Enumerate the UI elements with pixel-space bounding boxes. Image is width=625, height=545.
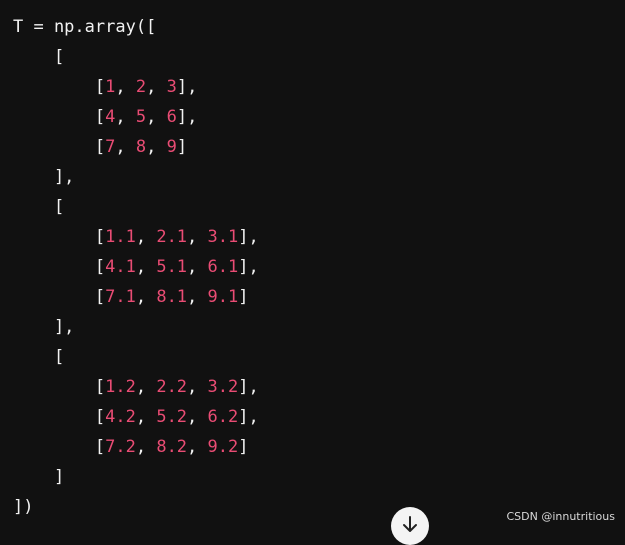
code-line: [ [13, 47, 65, 67]
code-line: [1.2, 2.2, 3.2], [13, 377, 259, 397]
code-line: ] [13, 467, 65, 487]
number-literal: 2.1 [156, 227, 188, 247]
code-line: ]) [13, 497, 34, 517]
number-literal: 7.1 [105, 287, 136, 307]
number-literal: 6 [166, 107, 177, 127]
number-literal: 6.1 [207, 257, 239, 277]
number-literal: 9 [166, 137, 177, 157]
number-literal: 5.1 [156, 257, 188, 277]
number-literal: 8.2 [156, 437, 188, 457]
number-literal: 4.1 [105, 257, 136, 277]
number-literal: 1.1 [105, 227, 136, 247]
number-literal: 3.1 [207, 227, 239, 247]
number-literal: 9.1 [207, 287, 239, 307]
code-line: [4.1, 5.1, 6.1], [13, 257, 259, 277]
number-literal: 1 [105, 77, 116, 97]
code-line: [4, 5, 6], [13, 107, 198, 127]
number-literal: 5 [135, 107, 147, 127]
number-literal: 5.2 [156, 407, 188, 427]
code-line: [ [13, 197, 65, 217]
code-line: T = np.array([ [13, 17, 157, 37]
scroll-down-button[interactable] [391, 507, 429, 545]
number-literal: 8 [135, 137, 147, 157]
number-literal: 7 [105, 137, 116, 157]
number-literal: 9.2 [207, 437, 239, 457]
code-line: ], [13, 167, 75, 187]
arrow-down-icon [403, 516, 417, 532]
code-line: [1, 2, 3], [13, 77, 198, 97]
number-literal: 7.2 [105, 437, 136, 457]
code-block: T = np.array([ [ [1, 2, 3], [4, 5, 6], [… [0, 0, 625, 530]
code-line: [7.1, 8.1, 9.1] [13, 287, 249, 307]
code-line: [7.2, 8.2, 9.2] [13, 437, 249, 457]
number-literal: 3 [166, 77, 177, 97]
number-literal: 8.1 [156, 287, 188, 307]
number-literal: 1.2 [105, 377, 136, 397]
code-line: [ [13, 347, 65, 367]
number-literal: 4.2 [105, 407, 136, 427]
code-line: [4.2, 5.2, 6.2], [13, 407, 259, 427]
number-literal: 6.2 [207, 407, 239, 427]
code-line: [1.1, 2.1, 3.1], [13, 227, 259, 247]
watermark: CSDN @innutritious [506, 510, 615, 523]
code-line: ], [13, 317, 75, 337]
code-line: [7, 8, 9] [13, 137, 188, 157]
number-literal: 4 [105, 107, 116, 127]
number-literal: 2.2 [156, 377, 188, 397]
number-literal: 3.2 [207, 377, 239, 397]
number-literal: 2 [135, 77, 147, 97]
